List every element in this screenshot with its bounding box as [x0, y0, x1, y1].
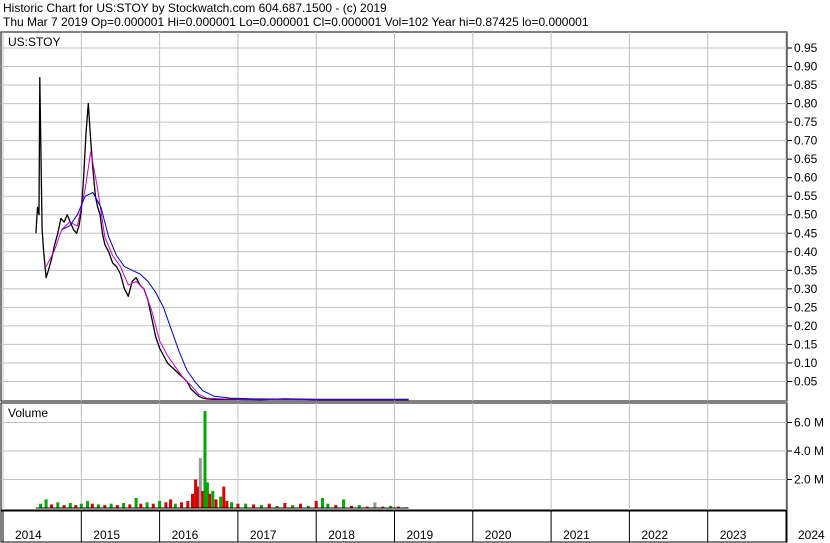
volume-bar: [373, 502, 377, 508]
price-y-tick-label: 0.75: [794, 115, 818, 129]
volume-bar: [90, 503, 94, 508]
price-y-tick-label: 0.40: [794, 245, 818, 259]
volume-bar: [342, 499, 346, 508]
price-y-tick-label: 0.55: [794, 189, 818, 203]
volume-bar: [230, 502, 234, 508]
volume-bar: [173, 503, 177, 508]
volume-bar: [122, 503, 126, 508]
volume-bar: [299, 503, 302, 508]
volume-bar: [151, 503, 155, 508]
x-tick-label: 2018: [328, 528, 355, 542]
chart-root: Historic Chart for US:STOY by Stockwatch…: [0, 0, 830, 543]
volume-bar: [180, 502, 183, 508]
price-y-tick-label: 0.85: [794, 78, 818, 92]
volume-bar: [244, 503, 248, 508]
price-y-tick-label: 0.50: [794, 208, 818, 222]
volume-bar: [211, 490, 215, 508]
price-y-tick-label: 0.30: [794, 282, 818, 296]
price-y-tick-label: 0.05: [794, 374, 818, 388]
volume-bar: [225, 500, 229, 508]
volume-bar: [158, 500, 162, 508]
price-y-tick-label: 0.25: [794, 300, 818, 314]
price-y-tick-label: 0.45: [794, 226, 818, 240]
volume-chart-title: Volume: [8, 406, 48, 420]
price-y-tick-label: 0.80: [794, 97, 818, 111]
volume-bar: [214, 499, 218, 508]
price-chart-title: US:STOY: [8, 35, 60, 49]
price-y-tick-label: 0.95: [794, 41, 818, 55]
volume-bar: [191, 493, 194, 509]
volume-bar: [86, 500, 90, 508]
volume-y-tick-label: 4.0 M: [794, 444, 824, 458]
volume-bar: [219, 496, 223, 508]
volume-bar: [68, 503, 72, 508]
volume-bar: [321, 498, 324, 508]
volume-bar: [252, 504, 256, 508]
x-tick-label: 2014: [15, 528, 42, 542]
x-tick-label: 2023: [720, 528, 747, 542]
x-tick-label: 2019: [407, 528, 434, 542]
volume-bar: [139, 503, 143, 508]
volume-bar: [169, 499, 173, 508]
volume-bar: [128, 504, 132, 508]
price-y-tick-label: 0.65: [794, 152, 818, 166]
x-tick-label: 2022: [641, 528, 668, 542]
price-y-tick-label: 0.10: [794, 356, 818, 370]
volume-bar: [283, 503, 287, 508]
price-y-tick-label: 0.20: [794, 319, 818, 333]
volume-bar: [208, 493, 212, 509]
price-y-tick-label: 0.90: [794, 60, 818, 74]
volume-bar: [314, 500, 318, 508]
x-tick-label: 2024: [798, 528, 825, 542]
volume-y-tick-label: 6.0 M: [794, 416, 824, 430]
volume-bar: [145, 502, 149, 508]
x-tick-label: 2017: [250, 528, 277, 542]
volume-bar: [164, 502, 168, 508]
x-tick-label: 2015: [93, 528, 120, 542]
price-y-tick-label: 0.60: [794, 171, 818, 185]
volume-bar: [56, 502, 60, 508]
x-tick-label: 2021: [563, 528, 590, 542]
volume-bar: [109, 503, 113, 508]
x-tick-label: 2020: [485, 528, 512, 542]
volume-bar: [326, 503, 330, 508]
volume-bar: [236, 503, 240, 508]
volume-bar: [79, 503, 83, 508]
volume-bar: [44, 499, 48, 508]
price-y-axis: 0.95 0.90 0.85 0.80 0.75 0.70 0.65 0.60 0.55 0.50…: [787, 41, 818, 388]
price-y-tick-label: 0.15: [794, 337, 818, 351]
volume-bar: [222, 486, 226, 508]
volume-bar: [97, 504, 100, 508]
volume-bar: [134, 498, 138, 508]
price-y-tick-label: 0.35: [794, 263, 818, 277]
chart-canvas: 0.95 0.90 0.85 0.80 0.75 0.70 0.65 0.60 0.55 0.50…: [0, 31, 825, 543]
x-tick-label: 2016: [172, 528, 199, 542]
volume-bar: [39, 503, 43, 508]
volume-bar: [186, 500, 190, 508]
volume-y-axis: 6.0 M 4.0 M 2.0 M: [787, 416, 824, 487]
volume-bar: [50, 504, 53, 508]
volume-bar: [267, 503, 271, 508]
price-y-tick-label: 0.70: [794, 134, 818, 148]
volume-y-tick-label: 2.0 M: [794, 473, 824, 487]
